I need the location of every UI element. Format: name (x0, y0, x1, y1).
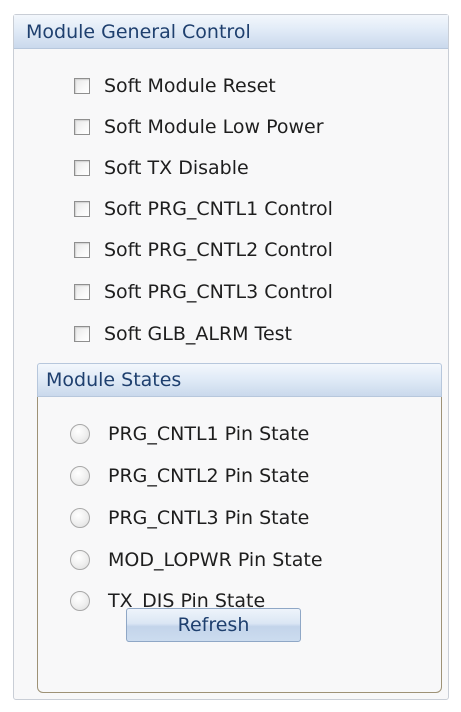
checkbox-label: Soft PRG_CNTL2 Control (104, 239, 333, 261)
indicator-prg-cntl3-pin-state: PRG_CNTL3 Pin State (70, 503, 309, 533)
refresh-button[interactable]: Refresh (126, 608, 301, 642)
led-indicator-icon (70, 424, 90, 444)
led-indicator-icon (70, 550, 90, 570)
checkbox-soft-prg-cntl1-control[interactable]: Soft PRG_CNTL1 Control (74, 195, 333, 223)
checkbox-label: Soft Module Reset (104, 75, 276, 97)
checkbox-box[interactable] (74, 201, 90, 217)
checkbox-soft-tx-disable[interactable]: Soft TX Disable (74, 154, 249, 182)
module-states-group: Module States PRG_CNTL1 Pin State PRG_CN… (37, 363, 442, 693)
led-indicator-icon (70, 508, 90, 528)
indicator-prg-cntl1-pin-state: PRG_CNTL1 Pin State (70, 419, 309, 449)
module-general-control-panel: Module General Control Soft Module Reset… (13, 14, 449, 700)
led-indicator-icon (70, 591, 90, 611)
checkbox-soft-module-low-power[interactable]: Soft Module Low Power (74, 113, 324, 141)
checkbox-soft-prg-cntl3-control[interactable]: Soft PRG_CNTL3 Control (74, 278, 333, 306)
checkbox-soft-prg-cntl2-control[interactable]: Soft PRG_CNTL2 Control (74, 236, 333, 264)
indicator-label: PRG_CNTL3 Pin State (108, 507, 310, 529)
checkbox-box[interactable] (74, 326, 90, 342)
checkbox-box[interactable] (74, 119, 90, 135)
module-general-control-title: Module General Control (26, 20, 251, 43)
checkbox-label: Soft TX Disable (104, 157, 249, 179)
module-states-header: Module States (37, 363, 442, 397)
indicator-label: MOD_LOPWR Pin State (108, 549, 323, 571)
indicator-label: PRG_CNTL1 Pin State (108, 423, 310, 445)
checkbox-label: Soft GLB_ALRM Test (104, 323, 293, 345)
led-indicator-icon (70, 466, 90, 486)
checkbox-box[interactable] (74, 242, 90, 258)
checkbox-box[interactable] (74, 78, 90, 94)
checkbox-label: Soft Module Low Power (104, 116, 324, 138)
checkbox-label: Soft PRG_CNTL3 Control (104, 281, 333, 303)
module-states-title: Module States (46, 369, 182, 391)
indicator-prg-cntl2-pin-state: PRG_CNTL2 Pin State (70, 461, 309, 491)
checkbox-soft-glb-alrm-test[interactable]: Soft GLB_ALRM Test (74, 320, 292, 348)
checkbox-box[interactable] (74, 284, 90, 300)
checkbox-box[interactable] (74, 160, 90, 176)
indicator-mod-lopwr-pin-state: MOD_LOPWR Pin State (70, 545, 323, 575)
checkbox-soft-module-reset[interactable]: Soft Module Reset (74, 72, 276, 100)
checkbox-label: Soft PRG_CNTL1 Control (104, 198, 333, 220)
module-general-control-header: Module General Control (14, 15, 448, 49)
indicator-label: PRG_CNTL2 Pin State (108, 465, 310, 487)
